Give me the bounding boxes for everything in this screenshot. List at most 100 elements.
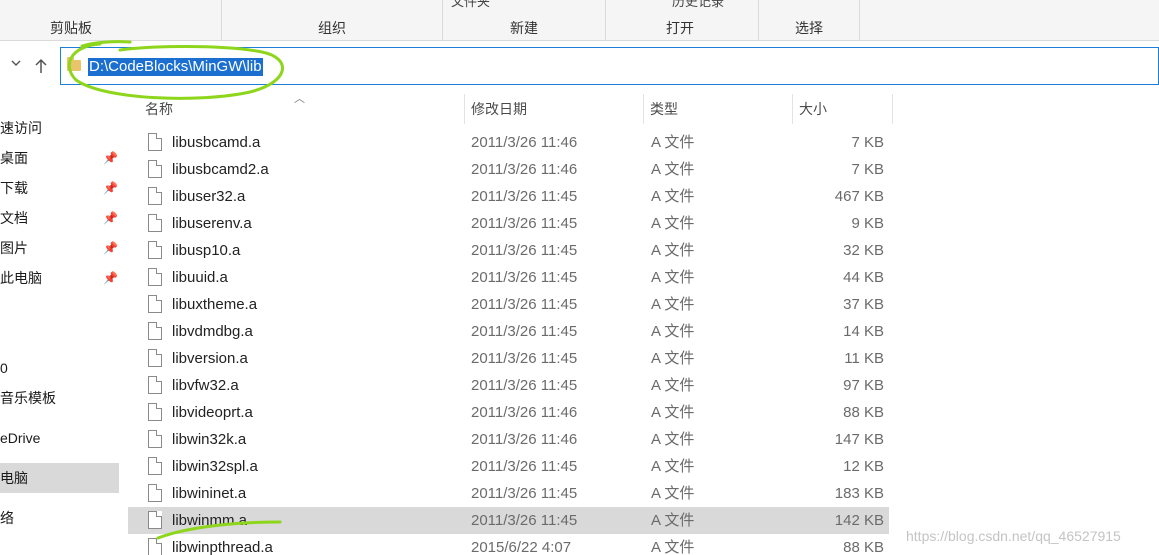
file-row[interactable]: libuser32.a 2011/3/26 11:45 A 文件 467 KB — [128, 183, 889, 210]
file-row[interactable]: libvfw32.a 2011/3/26 11:45 A 文件 97 KB — [128, 372, 889, 399]
file-icon — [148, 322, 162, 340]
ribbon-group-open[interactable]: 历史记录 打开 — [606, 0, 759, 41]
file-icon — [148, 187, 162, 205]
file-row[interactable]: libvdmdbg.a 2011/3/26 11:45 A 文件 14 KB — [128, 318, 889, 345]
file-row[interactable]: libuxtheme.a 2011/3/26 11:45 A 文件 37 KB — [128, 291, 889, 318]
address-bar[interactable]: D:\CodeBlocks\MinGW\lib — [60, 47, 1159, 85]
sidebar-item-music-templates[interactable]: 音乐模板 — [0, 383, 119, 413]
file-icon — [148, 457, 162, 475]
file-date: 2011/3/26 11:46 — [471, 161, 578, 178]
file-icon — [148, 268, 162, 286]
file-date: 2011/3/26 11:46 — [471, 134, 578, 151]
sidebar-item-documents[interactable]: 文档 📌 — [0, 203, 119, 233]
file-type: A 文件 — [651, 161, 695, 178]
file-row[interactable]: libwinpthread.a 2015/6/22 4:07 A 文件 88 KB — [128, 534, 889, 555]
file-row[interactable]: libusbcamd.a 2011/3/26 11:46 A 文件 7 KB — [128, 129, 889, 156]
ribbon-group-organize[interactable]: 组织 — [222, 0, 443, 41]
file-size: 37 KB — [843, 296, 884, 313]
sidebar-item-downloads[interactable]: 下载 📌 — [0, 173, 119, 203]
sidebar-item-this-pc-pinned[interactable]: 此电脑 📌 — [0, 263, 119, 293]
file-name: libuxtheme.a — [172, 296, 258, 313]
file-name: libuuid.a — [172, 269, 228, 286]
file-icon — [148, 295, 162, 313]
ribbon-group-label: 剪贴板 — [50, 20, 92, 36]
file-size: 183 KB — [834, 485, 884, 502]
file-name: libusp10.a — [172, 242, 241, 259]
watermark: https://blog.csdn.net/qq_46527915 — [906, 528, 1121, 544]
address-path[interactable]: D:\CodeBlocks\MinGW\lib — [88, 58, 263, 76]
file-icon — [148, 403, 162, 421]
file-type: A 文件 — [651, 350, 695, 367]
file-icon — [148, 484, 162, 502]
sidebar-item-3d[interactable]: 0 — [0, 353, 119, 383]
file-icon — [148, 430, 162, 448]
file-date: 2011/3/26 11:45 — [471, 296, 578, 313]
pin-icon[interactable]: 📌 — [103, 203, 118, 233]
ribbon-group-label: 选择 — [795, 20, 823, 36]
ribbon-group-new[interactable]: 文件夹 新建 — [443, 0, 606, 41]
sidebar-item-desktop[interactable]: 桌面 📌 — [0, 143, 119, 173]
ribbon-group-select[interactable]: 选择 — [759, 0, 860, 41]
column-header-type[interactable]: 类型 — [644, 94, 793, 124]
file-type: A 文件 — [651, 458, 695, 475]
file-name: libusbcamd.a — [172, 134, 261, 151]
file-icon — [148, 538, 162, 555]
file-row[interactable]: libversion.a 2011/3/26 11:45 A 文件 11 KB — [128, 345, 889, 372]
file-row[interactable]: libusp10.a 2011/3/26 11:45 A 文件 32 KB — [128, 237, 889, 264]
column-header-name[interactable]: 名称 — [139, 94, 465, 124]
file-type: A 文件 — [651, 512, 695, 529]
file-icon — [148, 241, 162, 259]
file-date: 2011/3/26 11:45 — [471, 485, 578, 502]
pin-icon[interactable]: 📌 — [103, 233, 118, 263]
sidebar-item-network[interactable]: 络 — [0, 503, 119, 533]
file-date: 2011/3/26 11:45 — [471, 350, 578, 367]
file-row[interactable]: libvideoprt.a 2011/3/26 11:46 A 文件 88 KB — [128, 399, 889, 426]
up-arrow-icon[interactable] — [34, 58, 48, 79]
sidebar-item-onedrive[interactable]: eDrive — [0, 423, 119, 453]
file-row[interactable]: libwin32k.a 2011/3/26 11:46 A 文件 147 KB — [128, 426, 889, 453]
file-name: libwin32spl.a — [172, 458, 258, 475]
file-row[interactable]: libusbcamd2.a 2011/3/26 11:46 A 文件 7 KB — [128, 156, 889, 183]
file-size: 88 KB — [843, 404, 884, 421]
file-row[interactable]: libuuid.a 2011/3/26 11:45 A 文件 44 KB — [128, 264, 889, 291]
column-header-size[interactable]: 大小 — [793, 94, 893, 124]
column-header-date[interactable]: 修改日期 — [465, 94, 644, 124]
file-icon — [148, 160, 162, 178]
file-date: 2011/3/26 11:46 — [471, 404, 578, 421]
navigation-bar: D:\CodeBlocks\MinGW\lib — [0, 42, 1159, 88]
file-name: libwinpthread.a — [172, 539, 273, 555]
file-name: libvdmdbg.a — [172, 323, 253, 340]
file-type: A 文件 — [651, 296, 695, 313]
chevron-down-icon[interactable] — [10, 56, 22, 74]
file-type: A 文件 — [651, 404, 695, 421]
pin-icon[interactable]: 📌 — [103, 143, 118, 173]
sidebar-item-this-pc[interactable]: 电脑 — [0, 463, 119, 493]
file-size: 32 KB — [843, 242, 884, 259]
file-icon — [148, 511, 162, 529]
sidebar-item-pictures[interactable]: 图片 📌 — [0, 233, 119, 263]
file-icon — [148, 376, 162, 394]
file-date: 2011/3/26 11:45 — [471, 215, 578, 232]
file-name: libwin32k.a — [172, 431, 247, 448]
file-size: 467 KB — [834, 188, 884, 205]
file-name: libuserenv.a — [172, 215, 252, 232]
sidebar-item-quick-access[interactable]: 速访问 — [0, 113, 119, 143]
file-type: A 文件 — [651, 215, 695, 232]
file-row[interactable]: libuserenv.a 2011/3/26 11:45 A 文件 9 KB — [128, 210, 889, 237]
pin-icon[interactable]: 📌 — [103, 173, 118, 203]
file-name: libusbcamd2.a — [172, 161, 269, 178]
file-name: libwininet.a — [172, 485, 247, 502]
pin-icon[interactable]: 📌 — [103, 263, 118, 293]
file-date: 2011/3/26 11:45 — [471, 242, 578, 259]
file-size: 7 KB — [851, 161, 884, 178]
ribbon-group-clipboard[interactable]: 剪贴板 — [0, 0, 222, 41]
file-date: 2011/3/26 11:45 — [471, 188, 578, 205]
file-row[interactable]: libwinmm.a 2011/3/26 11:45 A 文件 142 KB — [128, 507, 889, 534]
file-type: A 文件 — [651, 377, 695, 394]
file-row[interactable]: libwin32spl.a 2011/3/26 11:45 A 文件 12 KB — [128, 453, 889, 480]
file-size: 9 KB — [851, 215, 884, 232]
file-row[interactable]: libwininet.a 2011/3/26 11:45 A 文件 183 KB — [128, 480, 889, 507]
ribbon-group-label: 新建 — [510, 20, 538, 36]
file-date: 2011/3/26 11:45 — [471, 377, 578, 394]
history-label: 历史记录 — [672, 0, 725, 9]
